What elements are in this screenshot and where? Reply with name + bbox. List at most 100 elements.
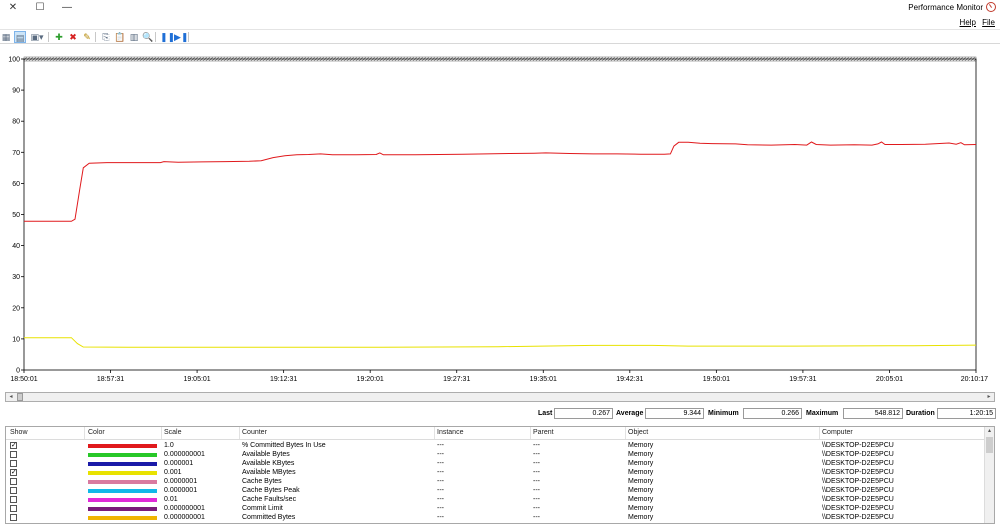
- duration-label: Duration: [906, 410, 935, 417]
- header-divider[interactable]: [819, 427, 820, 439]
- cell-computer: \\DESKTOP-D2E5PCU: [822, 460, 894, 467]
- add-counter-icon[interactable]: ✚: [53, 31, 65, 43]
- header-computer[interactable]: Computer: [822, 429, 853, 436]
- cell-computer: \\DESKTOP-D2E5PCU: [822, 505, 894, 512]
- y-tick-label: 70: [12, 150, 20, 157]
- scroll-left-icon[interactable]: ◂: [6, 393, 16, 401]
- show-checkbox[interactable]: [10, 514, 17, 521]
- toolbar-separator: [188, 32, 189, 42]
- header-divider[interactable]: [239, 427, 240, 439]
- header-divider[interactable]: [625, 427, 626, 439]
- header-scale[interactable]: Scale: [164, 429, 182, 436]
- header-counter[interactable]: Counter: [242, 429, 267, 436]
- counter-row[interactable]: 0.000000001 Commit Limit --- --- Memory \\DES…: [6, 504, 984, 513]
- minimum-value: 0.266: [743, 408, 802, 419]
- close-icon[interactable]: ✕: [5, 1, 21, 14]
- view-current-activity-icon[interactable]: ▤: [14, 31, 26, 43]
- cell-parent: ---: [533, 514, 540, 521]
- minimize-icon[interactable]: —: [59, 1, 75, 14]
- zoom-icon[interactable]: 🔍: [142, 31, 154, 43]
- counter-row[interactable]: 0.0000001 Cache Bytes Peak --- --- Memory \\D…: [6, 486, 984, 495]
- cell-computer: \\DESKTOP-D2E5PCU: [822, 496, 894, 503]
- menu-file[interactable]: File: [982, 18, 995, 27]
- cell-scale: 0.001: [164, 469, 182, 476]
- delete-counter-icon[interactable]: ✖: [67, 31, 79, 43]
- show-checkbox[interactable]: [10, 451, 17, 458]
- color-swatch: [88, 480, 157, 484]
- show-checkbox[interactable]: [10, 478, 17, 485]
- cell-object: Memory: [628, 514, 654, 521]
- toolbar-separator: [95, 32, 96, 42]
- paste-counter-list-icon[interactable]: 📋: [114, 31, 126, 43]
- header-parent[interactable]: Parent: [533, 429, 554, 436]
- timeline-scrollbar[interactable]: ◂ ▸: [5, 392, 995, 402]
- cell-counter: Available KBytes: [242, 460, 295, 467]
- scroll-right-icon[interactable]: ▸: [984, 393, 994, 401]
- counter-row[interactable]: 0.000000001 Committed Bytes --- --- Memory \\…: [6, 513, 984, 522]
- y-tick-label: 60: [12, 181, 20, 188]
- header-divider[interactable]: [434, 427, 435, 439]
- show-checkbox[interactable]: ✓: [10, 442, 17, 449]
- series-line-available-mbytes: [24, 337, 977, 348]
- show-checkbox[interactable]: [10, 460, 17, 467]
- properties-icon[interactable]: ▥: [128, 31, 140, 43]
- statistics-bar: Last 0.267 Average 9.344 Minimum 0.266 M…: [0, 408, 1000, 420]
- average-label: Average: [616, 410, 644, 417]
- header-color[interactable]: Color: [88, 429, 105, 436]
- cell-scale: 0.0000001: [164, 478, 198, 485]
- counter-row[interactable]: 0.000001 Available KBytes --- --- Memory \\DE…: [6, 459, 984, 468]
- counter-row[interactable]: ✓ 1.0 % Committed Bytes In Use --- --- Memory…: [6, 441, 984, 450]
- cell-counter: Committed Bytes: [242, 514, 296, 521]
- header-divider[interactable]: [84, 427, 85, 439]
- header-object[interactable]: Object: [628, 429, 648, 436]
- title-bar: ✕ ☐ — Performance Monitor: [0, 0, 1000, 16]
- copy-properties-icon[interactable]: ⎘: [100, 31, 112, 43]
- change-graph-type-icon[interactable]: ▦: [0, 31, 12, 43]
- counter-row[interactable]: 0.01 Cache Faults/sec --- --- Memory \\DESKTO…: [6, 495, 984, 504]
- counter-list-scrollbar[interactable]: ▴: [984, 427, 994, 523]
- update-data-icon[interactable]: ▶❚: [174, 31, 188, 43]
- cell-parent: ---: [533, 460, 540, 467]
- cell-instance: ---: [437, 469, 444, 476]
- cell-parent: ---: [533, 487, 540, 494]
- x-tick-label: 19:42:31: [616, 376, 643, 383]
- header-divider[interactable]: [530, 427, 531, 439]
- menu-help[interactable]: Help: [960, 18, 976, 27]
- show-checkbox[interactable]: [10, 496, 17, 503]
- maximize-icon[interactable]: ☐: [32, 1, 48, 14]
- scroll-thumb[interactable]: [986, 437, 993, 453]
- cell-instance: ---: [437, 442, 444, 449]
- cell-instance: ---: [437, 505, 444, 512]
- maximum-label: Maximum: [806, 410, 839, 417]
- performance-monitor-icon: [986, 2, 996, 12]
- show-checkbox[interactable]: [10, 487, 17, 494]
- counter-row[interactable]: 0.0000001 Cache Bytes --- --- Memory \\DESKTO…: [6, 477, 984, 486]
- header-divider[interactable]: [161, 427, 162, 439]
- freeze-display-icon[interactable]: ❚❚: [160, 31, 175, 43]
- show-checkbox[interactable]: ✓: [10, 469, 17, 476]
- header-show[interactable]: Show: [10, 429, 28, 436]
- scroll-thumb[interactable]: [17, 393, 23, 401]
- cell-scale: 1.0: [164, 442, 174, 449]
- x-tick-label: 18:50:01: [10, 376, 37, 383]
- toolbar: ▦ ▤ ▣▾ ✚ ✖ ✎ ⎘ 📋 ▥ 🔍 ❚❚ ▶❚: [0, 29, 1000, 44]
- change-graph-type-dropdown-icon[interactable]: ▣▾: [28, 31, 46, 43]
- cell-instance: ---: [437, 514, 444, 521]
- scroll-up-icon[interactable]: ▴: [985, 427, 994, 436]
- counter-row[interactable]: ✓ 0.001 Available MBytes --- --- Memory \\DESK…: [6, 468, 984, 477]
- menu-bar: Help File: [0, 16, 1000, 29]
- highlight-icon[interactable]: ✎: [81, 31, 93, 43]
- x-tick-label: 19:27:31: [443, 376, 470, 383]
- minimum-label: Minimum: [708, 410, 739, 417]
- cell-counter: Cache Bytes Peak: [242, 487, 300, 494]
- header-instance[interactable]: Instance: [437, 429, 463, 436]
- cell-counter: Available Bytes: [242, 451, 290, 458]
- cell-scale: 0.0000001: [164, 487, 198, 494]
- y-tick-label: 0: [16, 368, 20, 375]
- cell-instance: ---: [437, 487, 444, 494]
- cell-counter: Cache Faults/sec: [242, 496, 297, 503]
- counter-row[interactable]: 0.000000001 Available Bytes --- --- Memory \\…: [6, 450, 984, 459]
- cell-counter: Commit Limit: [242, 505, 283, 512]
- cell-scale: 0.01: [164, 496, 178, 503]
- show-checkbox[interactable]: [10, 505, 17, 512]
